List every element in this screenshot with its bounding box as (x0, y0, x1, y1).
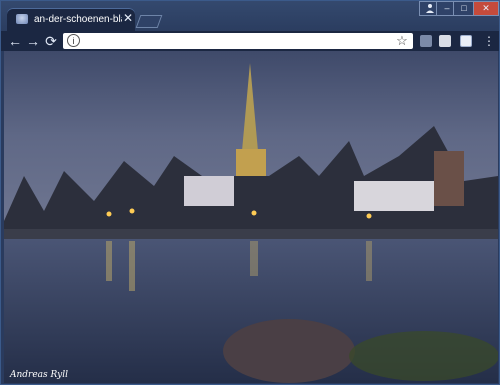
star-icon[interactable]: ☆ (395, 33, 409, 49)
page-favicon-icon (16, 14, 28, 24)
address-bar[interactable]: i ☆ (63, 33, 413, 49)
toolbar: ← → ⟳ i ☆ ⋮ (1, 31, 499, 51)
tab-title: an-der-schoenen-blauen (34, 14, 122, 25)
forward-arrow-icon[interactable]: → (25, 33, 41, 49)
new-tab-button[interactable] (135, 15, 163, 28)
new-tab-background: Andreas Ryll (4, 51, 498, 383)
browser-window: an-der-schoenen-blauen ✕ – □ ✕ ← → ⟳ i ☆… (0, 0, 500, 385)
tab-active[interactable]: an-der-schoenen-blauen ✕ (7, 8, 135, 31)
tab-strip: an-der-schoenen-blauen ✕ – □ ✕ (1, 1, 499, 31)
address-input[interactable] (85, 35, 385, 47)
more-vert-icon[interactable]: ⋮ (483, 33, 495, 49)
photo-credit: Andreas Ryll (10, 370, 68, 380)
extension-1-icon[interactable] (420, 35, 432, 47)
close-icon[interactable]: ✕ (122, 11, 134, 25)
maximize-button[interactable]: □ (453, 1, 475, 16)
extension-2-icon[interactable] (439, 35, 451, 47)
reload-icon[interactable]: ⟳ (43, 33, 59, 49)
user-icon (426, 4, 434, 13)
info-icon[interactable]: i (67, 34, 80, 47)
back-arrow-icon[interactable]: ← (7, 33, 23, 49)
city-skyline-photo (4, 51, 498, 383)
window-close-button[interactable]: ✕ (473, 1, 499, 16)
extension-3-icon[interactable] (460, 35, 472, 47)
